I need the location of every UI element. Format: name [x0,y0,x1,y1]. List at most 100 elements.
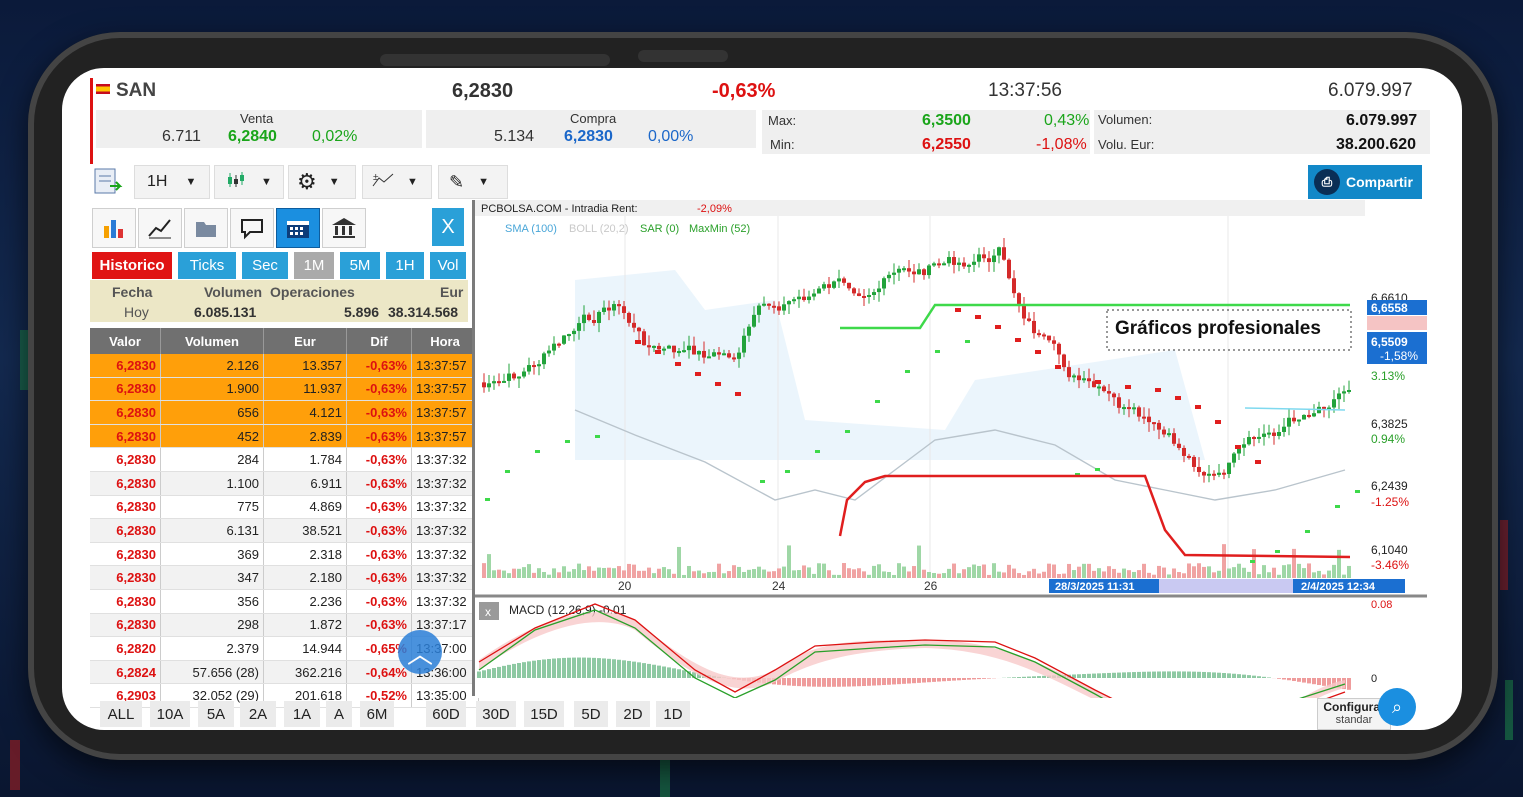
tab-ticks[interactable]: Ticks [178,252,236,279]
candle-body [597,311,601,323]
range-1a[interactable]: 1A [284,701,320,727]
date-range-highlight [1159,579,1293,593]
tab-1h[interactable]: 1H [386,252,424,279]
macd-histogram-bar [782,678,786,686]
range-60d[interactable]: 60D [426,701,466,727]
volume-bar [1012,568,1016,578]
tab-5m[interactable]: 5M [340,252,380,279]
macd-histogram-bar [1042,675,1046,678]
candle-body [1137,407,1141,417]
macd-histogram-bar [942,678,946,682]
tab-historico[interactable]: Historico [92,252,172,279]
volume-bar [862,571,866,578]
price-chart[interactable]: PCBOLSA.COM - Intradia Rent: -2,09% SMA (1… [475,200,1427,698]
table-row[interactable]: 6,2830 284 1.784 -0,63% 13:37:32 [90,447,479,472]
sar-dot-down [995,325,1001,329]
settings-select[interactable]: ⚙ ▼ [288,165,356,199]
range-5d[interactable]: 5D [574,701,608,727]
macd-histogram-bar [1112,672,1116,678]
cell-volumen: 347 [160,565,264,590]
macd-histogram-bar [1127,672,1131,678]
macd-histogram-bar [582,657,586,678]
macd-histogram-bar [632,661,636,678]
volume-bar [842,563,846,578]
drawing-select[interactable]: ✎ ▼ [438,165,508,199]
range-5a[interactable]: 5A [198,701,234,727]
calendar-icon[interactable] [276,208,320,248]
volume-bar [757,566,761,578]
tab-vol[interactable]: Vol [430,252,466,279]
candle-body [622,306,626,313]
volume-bar [977,565,981,578]
cell-volumen: 656 [160,400,264,425]
bar-chart-icon[interactable] [92,208,136,248]
bank-icon[interactable] [322,208,366,248]
sar-dot-up [760,480,765,483]
candle-body [1172,433,1176,444]
range-all[interactable]: ALL [100,701,142,727]
share-button[interactable]: ⎙ Compartir [1308,165,1422,199]
promo-text: Gráficos profesionales [1115,318,1321,339]
axis-pct-2: 0.94% [1371,432,1405,446]
scroll-up-button[interactable]: ︿ [398,630,442,674]
table-row[interactable]: 6,2830 2.126 13.357 -0,63% 13:37:57 [90,354,479,378]
col-header-valor[interactable]: Valor [90,328,161,354]
table-row[interactable]: 6,2830 1.100 6.911 -0,63% 13:37:32 [90,471,479,496]
indicators-select[interactable]: ± ▼ [362,165,432,199]
tab-sec[interactable]: Sec [242,252,288,279]
table-row[interactable]: 6,2830 775 4.869 -0,63% 13:37:32 [90,495,479,520]
candle-body [842,278,846,283]
table-row[interactable]: 6,2830 356 2.236 -0,63% 13:37:32 [90,589,479,614]
range-15d[interactable]: 15D [524,701,564,727]
candle-body [492,381,496,384]
cell-volumen: 6.131 [160,518,264,543]
line-chart-icon[interactable] [138,208,182,248]
cell-valor: 6,2820 [90,636,161,661]
candle-body [962,262,966,267]
volume-bar [592,570,596,578]
col-header-eur[interactable]: Eur [263,328,347,354]
volume-bar [772,571,776,578]
tab-1m[interactable]: 1M [294,252,334,279]
candle-body [617,304,621,307]
magnifier-icon[interactable]: ⌕ [1378,688,1416,726]
range-2d[interactable]: 2D [616,701,650,727]
macd-histogram-bar [587,657,591,678]
compra-price: 6,2830 [564,128,613,145]
range-30d[interactable]: 30D [476,701,516,727]
range-2a[interactable]: 2A [240,701,276,727]
close-panel-button[interactable]: X [432,208,464,246]
sar-dot-down [1195,405,1201,409]
range-a[interactable]: A [326,701,352,727]
table-row[interactable]: 6,2830 656 4.121 -0,63% 13:37:57 [90,400,479,425]
volume-bar [982,564,986,578]
col-header-volumen[interactable]: Volumen [160,328,264,354]
chart-type-select[interactable]: ▼ [214,165,284,199]
export-sheet-icon[interactable] [92,166,124,196]
table-row[interactable]: 6,2830 452 2.839 -0,63% 13:37:57 [90,424,479,449]
range-1d[interactable]: 1D [656,701,690,727]
col-header-hora[interactable]: Hora [411,328,479,354]
candle-body [792,299,796,302]
candle-body [762,303,766,306]
volume-bar [867,574,871,578]
table-row[interactable]: 6,2830 347 2.180 -0,63% 13:37:32 [90,565,479,590]
volume-bar [1167,574,1171,578]
volume-bar [612,568,616,578]
chat-icon[interactable] [230,208,274,248]
range-10a[interactable]: 10A [150,701,190,727]
candle-body [657,345,661,350]
table-row[interactable]: 6,2830 6.131 38.521 -0,63% 13:37:32 [90,518,479,543]
table-row[interactable]: 6,2830 369 2.318 -0,63% 13:37:32 [90,542,479,567]
range-6m[interactable]: 6M [360,701,394,727]
candle-body [487,383,491,388]
interval-select[interactable]: 1H ▼ [134,165,210,199]
price-indicator-bar [90,78,93,164]
phone-speaker [638,50,728,62]
macd-close-icon[interactable]: x [485,605,491,619]
folder-icon[interactable] [184,208,228,248]
candle-body [552,343,556,351]
table-row[interactable]: 6,2830 1.900 11.937 -0,63% 13:37:57 [90,377,479,402]
col-header-dif[interactable]: Dif [346,328,412,354]
candle-body [587,314,591,321]
